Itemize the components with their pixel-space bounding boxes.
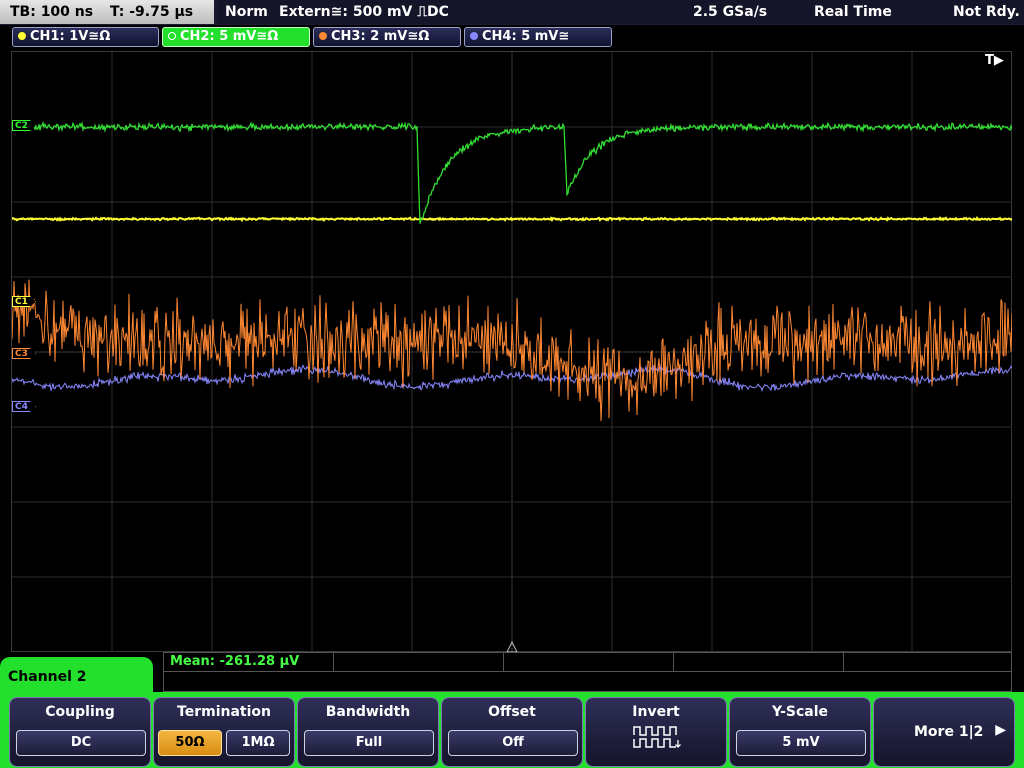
tab-ch3[interactable]: CH3: 2 mV≅Ω <box>313 27 461 47</box>
coupling-softkey[interactable]: Coupling DC <box>9 697 151 767</box>
invert-softkey[interactable]: Invert <box>585 697 727 767</box>
bandwidth-title: Bandwidth <box>325 704 411 720</box>
termination-softkey[interactable]: Termination 50Ω 1MΩ <box>153 697 295 767</box>
offset-value[interactable]: Off <box>448 730 578 756</box>
offset-title: Offset <box>488 704 536 720</box>
more-label: More 1|2 <box>914 724 984 740</box>
tab-ch1[interactable]: CH1: 1V≅Ω <box>12 27 159 47</box>
tab-ch2-label: CH2: 5 mV≅Ω <box>180 29 279 44</box>
timebase-readout: TB: 100 ns <box>10 4 94 20</box>
coupling-title: Coupling <box>45 704 115 720</box>
timebase-box[interactable]: TB: 100 ns T: -9.75 µs <box>0 0 214 24</box>
offset-softkey[interactable]: Offset Off <box>441 697 583 767</box>
ch4-dot-icon <box>470 32 478 40</box>
ch1-trace <box>12 215 1012 223</box>
trigger-position-indicator[interactable]: T▶ <box>985 53 1004 68</box>
ch2-dot-icon <box>168 32 176 40</box>
more-arrow-icon: ▶ <box>995 722 1006 738</box>
waveform-canvas <box>12 52 1012 652</box>
menu-title: Channel 2 <box>0 657 153 702</box>
acquisition-status: Norm Extern≅: 500 mV ⎍DC 2.5 GSa/s Real … <box>217 0 1024 24</box>
sample-rate: 2.5 GSa/s <box>693 4 768 20</box>
termination-50ohm-option[interactable]: 50Ω <box>158 730 222 756</box>
invert-waveform-icon <box>633 726 681 748</box>
tab-ch4[interactable]: CH4: 5 mV≅ <box>464 27 612 47</box>
ch3-dot-icon <box>319 32 327 40</box>
tab-ch3-label: CH3: 2 mV≅Ω <box>331 29 430 44</box>
meas-cell <box>674 653 844 672</box>
bandwidth-value[interactable]: Full <box>304 730 434 756</box>
mean-measurement[interactable]: Mean: -261.28 µV <box>170 654 299 669</box>
tab-ch1-label: CH1: 1V≅Ω <box>30 29 111 44</box>
trigger-mode[interactable]: Norm <box>225 0 268 24</box>
yscale-softkey[interactable]: Y-Scale 5 mV <box>729 697 871 767</box>
meas-cell <box>504 653 674 672</box>
tab-ch2[interactable]: CH2: 5 mV≅Ω <box>162 27 310 47</box>
run-state: Not Rdy. <box>953 4 1020 20</box>
yscale-value[interactable]: 5 mV <box>736 730 866 756</box>
ch1-dot-icon <box>18 32 26 40</box>
yscale-title: Y-Scale <box>771 704 828 720</box>
termination-1mohm-option[interactable]: 1MΩ <box>226 730 290 756</box>
meas-cell <box>334 653 504 672</box>
measurement-panel: Mean: -261.28 µV <box>163 652 1012 692</box>
bandwidth-softkey[interactable]: Bandwidth Full <box>297 697 439 767</box>
acquisition-mode: Real Time <box>814 4 892 20</box>
termination-title: Termination <box>177 704 271 720</box>
tab-ch4-label: CH4: 5 mV≅ <box>482 29 570 44</box>
trigger-time-readout: T: -9.75 µs <box>109 4 194 20</box>
status-bar: TB: 100 ns T: -9.75 µs Norm Extern≅: 500… <box>0 0 1024 25</box>
waveform-display[interactable] <box>11 51 1012 652</box>
trigger-source[interactable]: Extern≅: 500 mV ⎍DC <box>279 0 449 24</box>
more-softkey[interactable]: More 1|2 ▶ <box>873 697 1015 767</box>
coupling-value[interactable]: DC <box>16 730 146 756</box>
channel-tabs: CH1: 1V≅Ω CH2: 5 mV≅Ω CH3: 2 mV≅Ω CH4: 5… <box>0 25 1024 49</box>
meas-cell <box>844 653 1012 672</box>
invert-title: Invert <box>632 704 680 720</box>
